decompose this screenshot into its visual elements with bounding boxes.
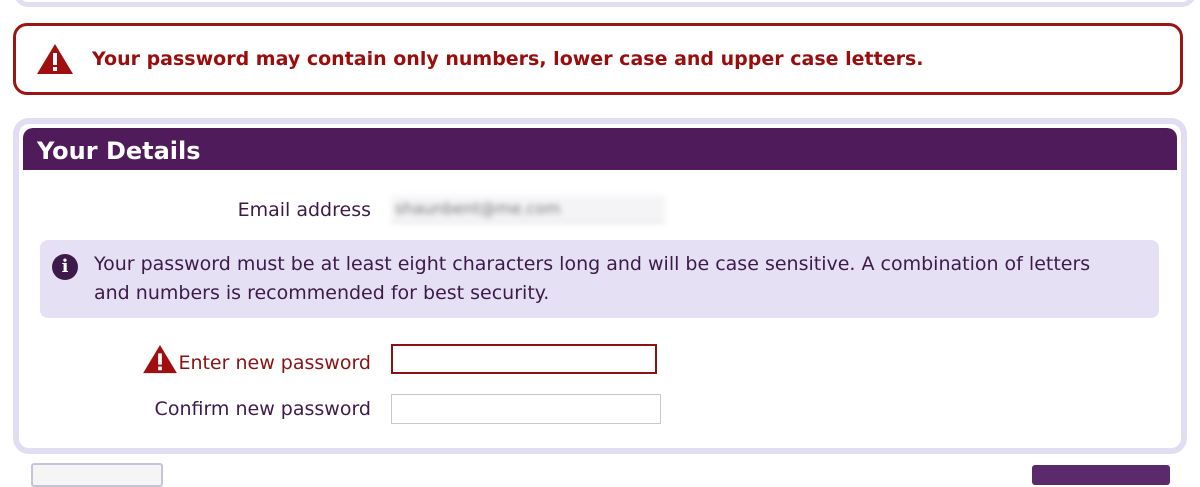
- email-value: shaunbent@me.com: [391, 196, 665, 223]
- error-message: Your password may contain only numbers, …: [92, 48, 924, 70]
- confirm-password-label: Confirm new password: [154, 398, 371, 420]
- new-password-input[interactable]: [391, 344, 657, 374]
- warning-icon: [143, 344, 178, 374]
- previous-panel: [14, 0, 1196, 7]
- warning-icon: [37, 44, 73, 74]
- new-password-label: Enter new password: [19, 344, 371, 374]
- back-button[interactable]: [31, 463, 163, 487]
- panel-title: Your Details: [23, 128, 1177, 170]
- error-banner: Your password may contain only numbers, …: [13, 23, 1183, 95]
- new-password-label-text: Enter new password: [178, 352, 371, 374]
- password-info-box: i Your password must be at least eight c…: [40, 240, 1159, 318]
- info-text: Your password must be at least eight cha…: [94, 253, 1091, 304]
- email-label: Email address: [237, 198, 371, 221]
- confirm-password-input[interactable]: [391, 394, 661, 424]
- your-details-panel: Your Details Email address shaunbent@me.…: [13, 118, 1187, 454]
- info-icon: i: [52, 254, 78, 280]
- submit-button[interactable]: [1032, 465, 1170, 485]
